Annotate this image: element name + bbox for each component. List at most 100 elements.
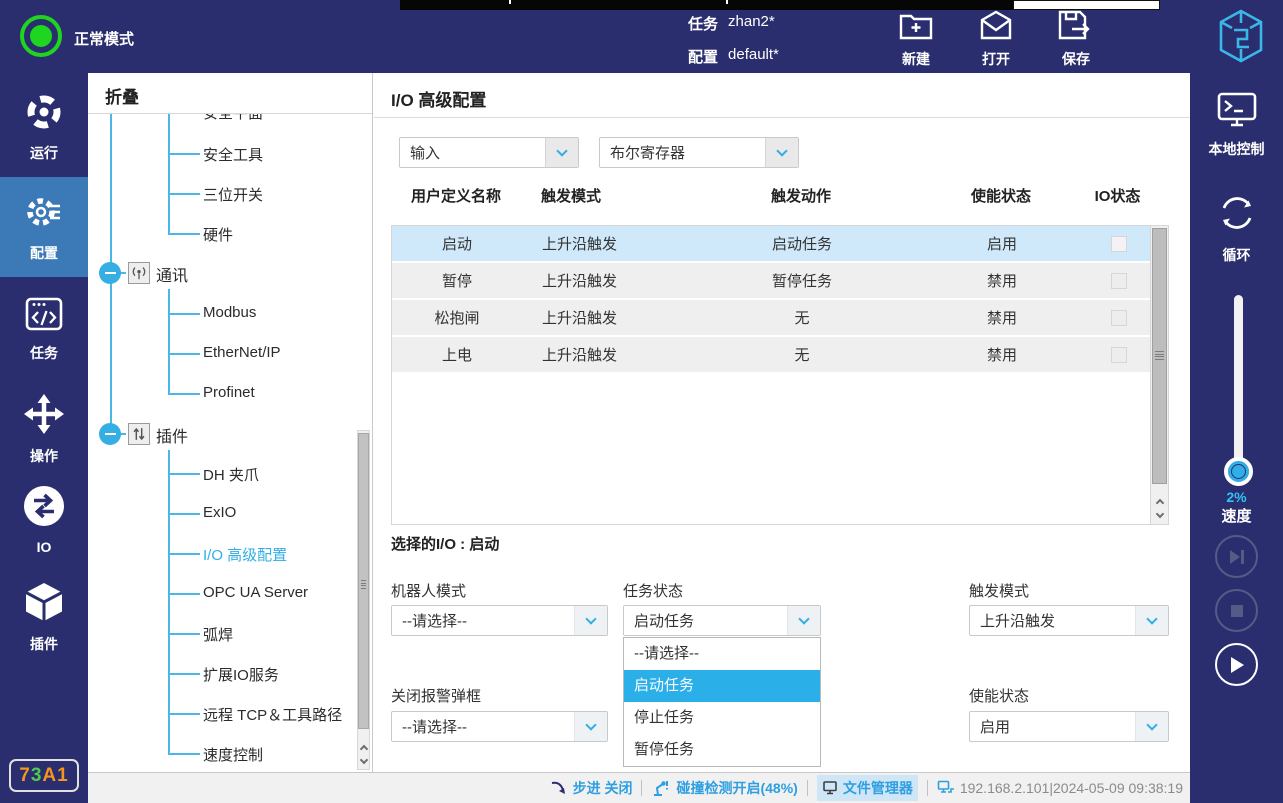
dropdown-option[interactable]: --请选择--	[624, 638, 820, 670]
nav-item-plugin[interactable]: 插件	[0, 569, 88, 665]
task-state-select[interactable]: 启动任务	[623, 605, 821, 636]
task-label: 任务	[688, 13, 718, 34]
tree-item-hardware[interactable]: 硬件	[203, 224, 233, 245]
cell-trigger-mode: 上升沿触发	[522, 233, 687, 254]
tree-item-io-advanced-config[interactable]: I/O 高级配置	[203, 544, 287, 565]
dropdown-option-selected[interactable]: 启动任务	[624, 670, 820, 702]
tree-scrollbar[interactable]	[357, 430, 370, 770]
speed-label: 速度	[1190, 505, 1283, 526]
nav-item-config[interactable]: 配置	[0, 177, 88, 277]
collapse-toggle-plugin[interactable]	[99, 423, 121, 445]
enable-state-select[interactable]: 启用	[969, 711, 1169, 742]
top-artifact-bar	[400, 0, 1013, 10]
tree-line	[168, 593, 200, 595]
dropdown-option[interactable]: 停止任务	[624, 702, 820, 734]
dropdown-option[interactable]: 暂停任务	[624, 734, 820, 766]
chevron-down-icon	[574, 606, 607, 635]
table-row[interactable]: 松抱闸 上升沿触发 无 禁用	[392, 300, 1150, 335]
table-row[interactable]: 启动 上升沿触发 启动任务 启用	[392, 226, 1150, 261]
local-control-button[interactable]: 本地控制	[1190, 91, 1283, 159]
table-scrollbar-thumb[interactable]	[1152, 228, 1167, 484]
io-state-checkbox[interactable]	[1111, 236, 1127, 252]
cell-trigger-mode: 上升沿触发	[522, 307, 687, 328]
close-alarm-select[interactable]: --请选择--	[391, 711, 608, 742]
table-scroll-down-button[interactable]	[1151, 508, 1168, 523]
tree-item-ethernet-ip[interactable]: EtherNet/IP	[203, 344, 281, 361]
status-bar: 步进 关闭 碰撞检测开启(48%) 文件管理器 192.168.	[88, 772, 1190, 803]
tree-item-speed-control[interactable]: 速度控制	[203, 744, 263, 765]
collision-detection-status[interactable]: 碰撞检测开启(48%)	[651, 778, 797, 798]
file-manager-button[interactable]: 文件管理器	[817, 775, 918, 801]
col-header-enable-state: 使能状态	[916, 185, 1086, 206]
monitor-network-icon	[937, 780, 955, 796]
cell-name: 松抱闸	[392, 307, 522, 328]
stop-button[interactable]	[1215, 589, 1258, 632]
page-title: I/O 高级配置	[391, 86, 486, 111]
tree-item-dh-gripper[interactable]: DH 夹爪	[203, 464, 259, 485]
app-window: 正常模式 任务 zhan2* 配置 default* 新建	[0, 0, 1283, 803]
nav-item-io[interactable]: IO	[0, 471, 88, 567]
io-table: 启动 上升沿触发 启动任务 启用 暂停 上升沿触发 暂停任务 禁用 松抱闸 上升…	[391, 225, 1169, 525]
collapse-toggle-comm[interactable]	[99, 262, 121, 284]
new-button[interactable]: 新建	[884, 9, 948, 69]
tree-line	[168, 473, 200, 475]
selected-io-label: 选择的I/O : 启动	[391, 533, 499, 554]
loop-label: 循环	[1223, 245, 1251, 265]
antenna-icon	[128, 262, 150, 284]
tree-item-remote-tcp-tool-path[interactable]: 远程 TCP＆工具路径	[203, 704, 342, 725]
tree-item-profinet[interactable]: Profinet	[203, 384, 255, 401]
table-row[interactable]: 上电 上升沿触发 无 禁用	[392, 337, 1150, 372]
tree-item-opc-ua-server[interactable]: OPC UA Server	[203, 584, 308, 601]
io-state-checkbox[interactable]	[1111, 273, 1127, 289]
status-code-badge: 73A1	[9, 759, 79, 792]
table-scroll-up-button[interactable]	[1151, 493, 1168, 508]
table-row[interactable]: 暂停 上升沿触发 暂停任务 禁用	[392, 263, 1150, 298]
enable-state-value: 启用	[970, 716, 1135, 737]
nav-item-task[interactable]: 任务	[0, 281, 88, 377]
chevron-down-icon	[1135, 712, 1168, 741]
tree-group-plugin[interactable]: 插件	[156, 423, 188, 447]
nav-item-run[interactable]: 运行	[0, 79, 88, 175]
save-button[interactable]: 保存	[1044, 9, 1108, 69]
tree-line	[168, 633, 200, 635]
tree-item-extended-io-service[interactable]: 扩展IO服务	[203, 664, 279, 685]
tree-item-safety-tool[interactable]: 安全工具	[203, 144, 263, 165]
step-mode-toggle[interactable]: 步进 关闭	[550, 778, 633, 798]
trigger-mode-select[interactable]: 上升沿触发	[969, 605, 1169, 636]
register-type-select[interactable]: 布尔寄存器	[599, 137, 799, 168]
play-button[interactable]	[1215, 643, 1258, 686]
chevron-down-icon	[545, 138, 578, 167]
nav-item-operate[interactable]: 操作	[0, 381, 88, 477]
tree-item-three-position-switch[interactable]: 三位开关	[203, 184, 263, 205]
io-state-checkbox[interactable]	[1111, 347, 1127, 363]
speed-slider-knob[interactable]	[1224, 457, 1253, 486]
nav-label-task: 任务	[30, 343, 58, 363]
task-state-dropdown-list: --请选择-- 启动任务 停止任务 暂停任务	[623, 637, 821, 767]
tree-group-comm[interactable]: 通讯	[156, 262, 188, 286]
collision-detection-text: 碰撞检测开启(48%)	[676, 778, 797, 798]
robot-mode-select[interactable]: --请选择--	[391, 605, 608, 636]
step-next-button[interactable]	[1215, 535, 1258, 578]
tree-item-exio[interactable]: ExIO	[203, 504, 236, 521]
tree-line	[110, 73, 112, 434]
tree-collapse-header[interactable]: 折叠	[88, 73, 372, 114]
tree-item-modbus[interactable]: Modbus	[203, 304, 256, 321]
open-button[interactable]: 打开	[964, 9, 1028, 69]
nav-label-config: 配置	[30, 243, 58, 263]
io-type-select[interactable]: 输入	[399, 137, 579, 168]
table-scrollbar[interactable]	[1150, 226, 1168, 524]
tree-scrollbar-thumb[interactable]	[358, 433, 369, 729]
trigger-mode-value: 上升沿触发	[970, 610, 1135, 631]
tree-scroll-down-button[interactable]	[358, 754, 369, 769]
close-alarm-value: --请选择--	[392, 716, 574, 737]
speed-slider-track[interactable]	[1234, 295, 1243, 477]
tree-item-arc-welding[interactable]: 弧焊	[203, 624, 233, 645]
loop-button[interactable]: 循环	[1190, 191, 1283, 265]
cell-trigger-mode: 上升沿触发	[522, 344, 687, 365]
cell-trigger-action: 启动任务	[687, 233, 917, 254]
local-control-label: 本地控制	[1209, 139, 1265, 159]
io-state-checkbox[interactable]	[1111, 310, 1127, 326]
tree-scroll-up-button[interactable]	[358, 739, 369, 754]
left-nav-rail: 运行 配置 任务	[0, 73, 88, 803]
io-table-header: 用户定义名称 触发模式 触发动作 使能状态 IO状态	[391, 185, 1149, 206]
